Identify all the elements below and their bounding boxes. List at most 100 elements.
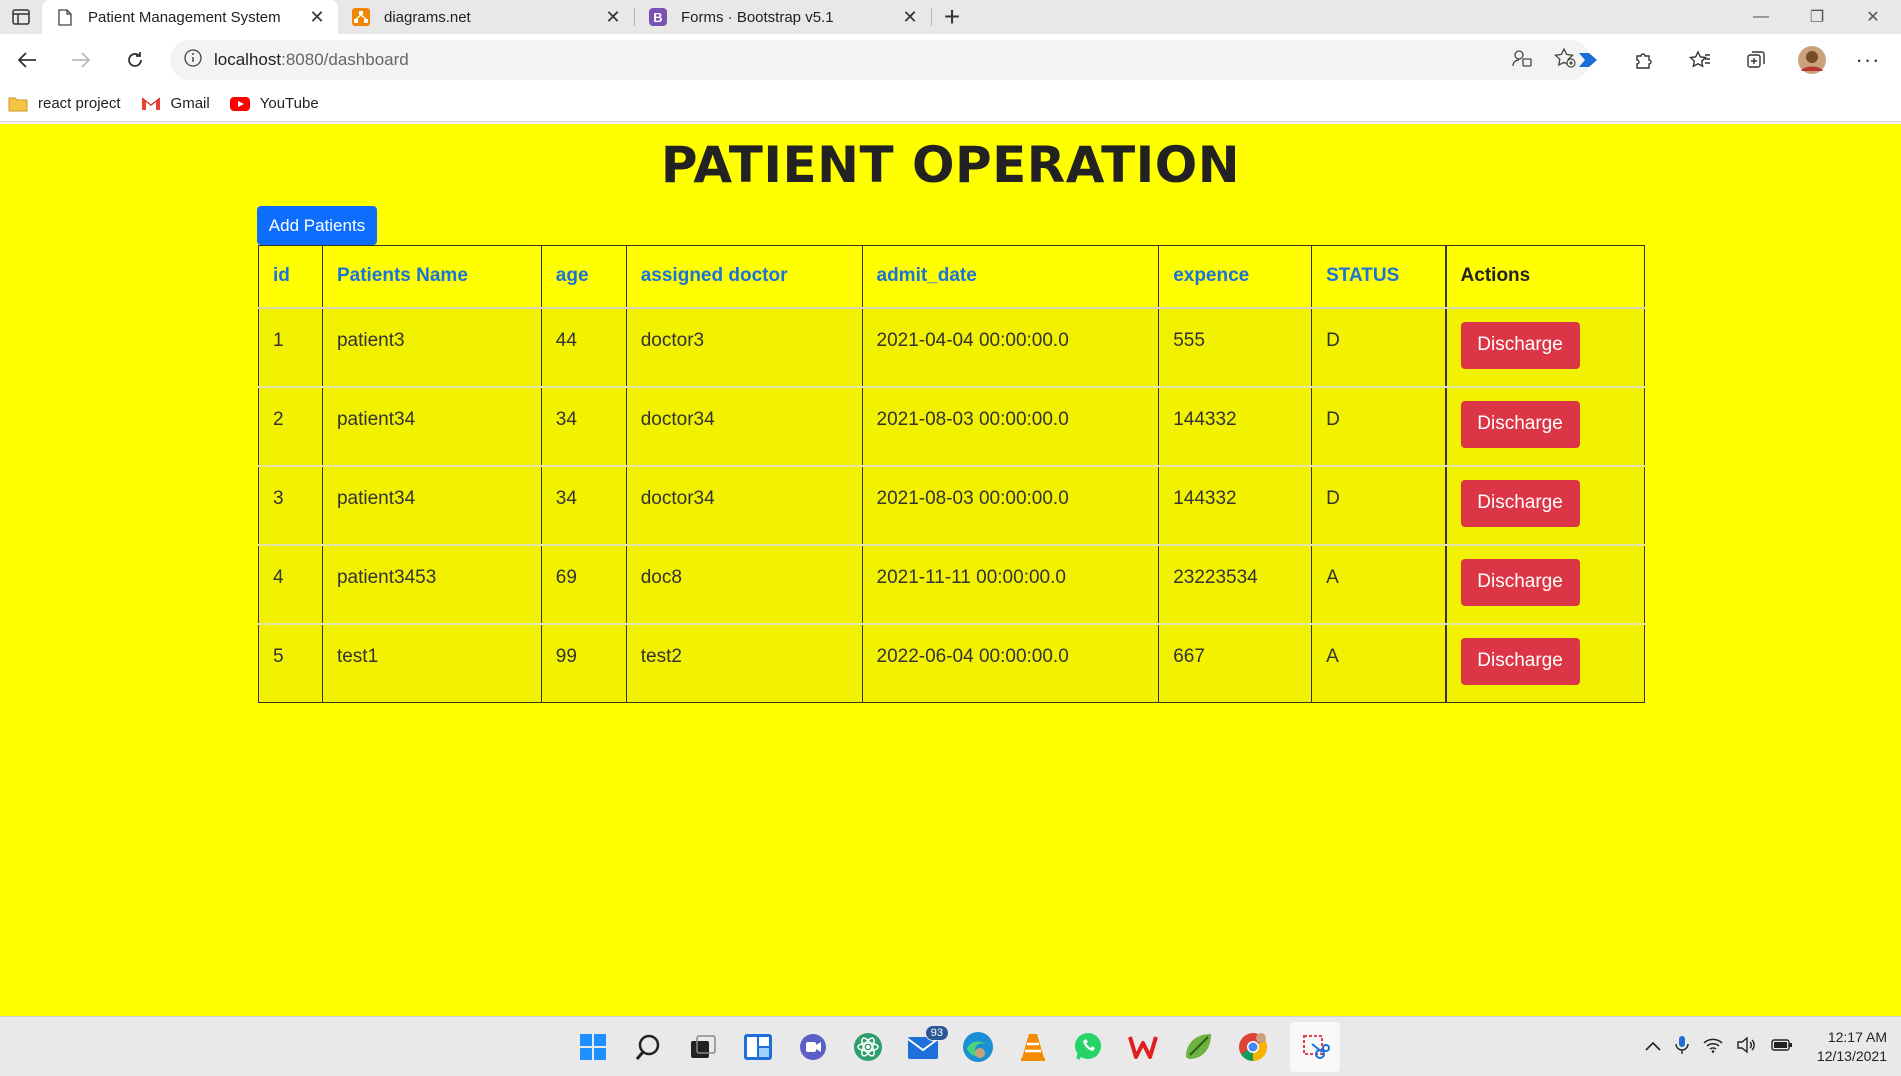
youtube-icon	[229, 96, 250, 112]
table-row: 4 patient3453 69 doc8 2021-11-11 00:00:0…	[258, 544, 1645, 625]
refresh-icon[interactable]	[108, 38, 162, 82]
edge-browser-icon[interactable]	[960, 1029, 996, 1065]
column-header-doctor[interactable]: assigned doctor	[625, 245, 863, 309]
cell-actions: Discharge	[1444, 465, 1645, 546]
tab-diagrams[interactable]: diagrams.net ✕	[338, 0, 634, 34]
new-tab-button[interactable]: +	[932, 0, 972, 34]
tab-bootstrap-forms[interactable]: B Forms · Bootstrap v5.1 ✕	[635, 0, 931, 34]
cell-admit-date: 2021-08-03 00:00:00.0	[861, 386, 1160, 467]
table-row: 5 test1 99 test2 2022-06-04 00:00:00.0 6…	[258, 623, 1645, 703]
battery-icon[interactable]	[1771, 1038, 1793, 1057]
address-bar[interactable]: localhost:8080/dashboard	[170, 40, 1590, 80]
cell-age: 69	[540, 544, 627, 625]
back-icon[interactable]	[0, 38, 54, 82]
snipping-tool-icon[interactable]	[1290, 1022, 1340, 1072]
chevron-up-icon[interactable]	[1645, 1038, 1661, 1056]
column-header-id[interactable]: id	[258, 245, 323, 309]
collections-icon[interactable]	[1737, 41, 1775, 79]
taskbar-clock[interactable]: 12:17 AM 12/13/2021	[1817, 1028, 1887, 1066]
forward-icon[interactable]	[54, 38, 108, 82]
wifi-icon[interactable]	[1703, 1037, 1723, 1058]
chrome-icon[interactable]	[1235, 1029, 1271, 1065]
bookmark-youtube[interactable]: YouTube	[229, 95, 319, 112]
discharge-button[interactable]: Discharge	[1460, 400, 1580, 448]
close-icon[interactable]: ✕	[901, 7, 919, 27]
add-patients-button[interactable]: Add Patients	[257, 206, 377, 245]
diagrams-icon	[352, 8, 370, 26]
microphone-icon[interactable]	[1675, 1035, 1689, 1060]
cell-id: 1	[258, 307, 323, 388]
cell-name: test1	[321, 623, 542, 703]
column-header-admit-date[interactable]: admit_date	[861, 245, 1160, 309]
close-icon[interactable]: ✕	[308, 7, 326, 27]
discharge-button[interactable]: Discharge	[1460, 479, 1580, 527]
bookmark-label: react project	[38, 95, 121, 112]
more-menu-icon[interactable]: ···	[1849, 41, 1887, 79]
bookmark-react-project[interactable]: react project	[8, 95, 121, 112]
task-view-icon[interactable]	[685, 1029, 721, 1065]
discharge-button[interactable]: Discharge	[1460, 558, 1580, 606]
extension-arrow-icon[interactable]	[1569, 41, 1607, 79]
wps-office-icon[interactable]	[1125, 1029, 1161, 1065]
cell-age: 44	[540, 307, 627, 388]
cell-id: 5	[258, 623, 323, 703]
tab-label: Forms · Bootstrap v5.1	[681, 8, 834, 26]
vlc-icon[interactable]	[1015, 1029, 1051, 1065]
cell-admit-date: 2022-06-04 00:00:00.0	[861, 623, 1160, 703]
window-controls: — ❐ ✕	[1733, 0, 1901, 34]
favorites-icon[interactable]	[1681, 41, 1719, 79]
clock-date: 12/13/2021	[1816, 1048, 1887, 1064]
search-icon[interactable]	[630, 1029, 666, 1065]
cell-age: 34	[540, 465, 627, 546]
cell-doctor: test2	[625, 623, 863, 703]
minimize-icon[interactable]: —	[1733, 0, 1789, 34]
tab-label: diagrams.net	[384, 8, 471, 26]
cell-doctor: doctor34	[625, 465, 863, 546]
profile-read-aloud-icon[interactable]	[1512, 49, 1532, 72]
taskbar-apps: 93	[575, 1017, 1340, 1076]
cell-age: 99	[540, 623, 627, 703]
restore-icon[interactable]: ❐	[1789, 0, 1845, 34]
cell-expence: 555	[1158, 307, 1313, 388]
clock-time: 12:17 AM	[1827, 1029, 1887, 1045]
column-header-name[interactable]: Patients Name	[321, 245, 542, 309]
atom-app-icon[interactable]	[850, 1029, 886, 1065]
column-header-expence[interactable]: expence	[1158, 245, 1313, 309]
extensions-puzzle-icon[interactable]	[1625, 41, 1663, 79]
discharge-button[interactable]: Discharge	[1460, 321, 1580, 369]
teams-chat-icon[interactable]	[795, 1029, 831, 1065]
gmail-icon	[141, 96, 161, 112]
discharge-button[interactable]: Discharge	[1460, 637, 1580, 685]
bookmark-label: YouTube	[259, 95, 319, 112]
table-row: 3 patient34 34 doctor34 2021-08-03 00:00…	[258, 465, 1645, 546]
cell-name: patient34	[321, 465, 542, 546]
window-close-icon[interactable]: ✕	[1845, 0, 1901, 34]
bookmark-gmail[interactable]: Gmail	[141, 95, 210, 112]
svg-text:B: B	[653, 10, 662, 25]
whatsapp-icon[interactable]	[1070, 1029, 1106, 1065]
start-windows-icon[interactable]	[575, 1029, 611, 1065]
bookmarks-bar: react project Gmail YouTube	[0, 86, 1901, 122]
column-header-actions: Actions	[1444, 245, 1645, 309]
tab-actions-icon[interactable]	[0, 0, 42, 34]
url-text: localhost:8080/dashboard	[214, 50, 409, 70]
cell-admit-date: 2021-04-04 00:00:00.0	[861, 307, 1160, 388]
cell-admit-date: 2021-08-03 00:00:00.0	[861, 465, 1160, 546]
cell-status: D	[1311, 307, 1447, 388]
cell-expence: 144332	[1158, 465, 1313, 546]
volume-icon[interactable]	[1737, 1036, 1757, 1058]
column-header-age[interactable]: age	[540, 245, 627, 309]
cell-doctor: doctor3	[625, 307, 863, 388]
toolbar-actions: ···	[1569, 34, 1887, 86]
tab-patient-management[interactable]: Patient Management System ✕	[42, 0, 338, 34]
column-header-status[interactable]: STATUS	[1311, 245, 1447, 309]
site-info-icon[interactable]	[184, 48, 202, 72]
address-bar-actions	[1512, 40, 1576, 80]
close-icon[interactable]: ✕	[604, 7, 622, 27]
widgets-icon[interactable]	[740, 1029, 776, 1065]
mail-icon[interactable]: 93	[905, 1025, 949, 1065]
spring-tools-icon[interactable]	[1180, 1029, 1216, 1065]
profile-avatar[interactable]	[1793, 41, 1831, 79]
cell-name: patient3453	[321, 544, 542, 625]
cell-expence: 144332	[1158, 386, 1313, 467]
